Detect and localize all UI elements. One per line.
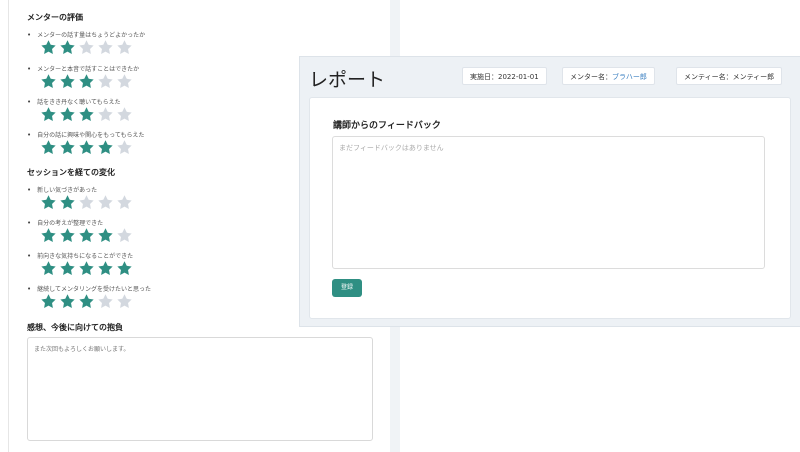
star-rating[interactable] [40, 227, 133, 244]
star-empty-icon[interactable] [116, 194, 133, 211]
star-filled-icon[interactable] [59, 194, 76, 211]
star-filled-icon[interactable] [40, 194, 57, 211]
star-filled-icon[interactable] [59, 260, 76, 277]
star-filled-icon[interactable] [59, 293, 76, 310]
star-filled-icon[interactable] [78, 227, 95, 244]
star-filled-icon[interactable] [40, 39, 57, 56]
star-empty-icon[interactable] [97, 194, 114, 211]
feedback-textarea[interactable]: まだフィードバックはありません [332, 136, 765, 269]
star-rating[interactable] [40, 139, 133, 156]
star-empty-icon[interactable] [78, 194, 95, 211]
mentor-badge: メンター名：ブラハー郎 [562, 67, 655, 85]
star-empty-icon[interactable] [78, 39, 95, 56]
star-filled-icon[interactable] [97, 227, 114, 244]
star-empty-icon[interactable] [97, 293, 114, 310]
submit-button[interactable]: 登録 [332, 279, 362, 297]
star-empty-icon[interactable] [116, 106, 133, 123]
star-filled-icon[interactable] [78, 260, 95, 277]
mentor-section-title: メンターの評価 [27, 13, 83, 22]
star-filled-icon[interactable] [116, 260, 133, 277]
comment-title: 感想、今後に向けての抱負 [27, 323, 123, 332]
star-filled-icon[interactable] [59, 39, 76, 56]
star-rating[interactable] [40, 260, 133, 277]
date-badge: 実施日：2022-01-01 [462, 67, 547, 85]
mentor-name-link[interactable]: ブラハー郎 [612, 73, 647, 81]
page-title: レポート [309, 69, 386, 91]
feedback-title: 講師からのフィードバック [333, 121, 441, 131]
star-rating[interactable] [40, 39, 133, 56]
star-rating[interactable] [40, 73, 133, 90]
star-filled-icon[interactable] [40, 139, 57, 156]
question-label: メンターと本音で話すことはできたか [27, 64, 139, 73]
question-label: 新しい気づきがあった [27, 185, 97, 194]
mentee-badge: メンティー名：メンティー郎 [676, 67, 783, 85]
question-label: 継続してメンタリングを受けたいと思った [27, 284, 151, 293]
star-empty-icon[interactable] [116, 227, 133, 244]
star-filled-icon[interactable] [97, 260, 114, 277]
star-filled-icon[interactable] [40, 73, 57, 90]
star-empty-icon[interactable] [116, 139, 133, 156]
star-filled-icon[interactable] [59, 106, 76, 123]
feedback-card: 講師からのフィードバック まだフィードバックはありません 登録 [309, 97, 791, 319]
star-filled-icon[interactable] [40, 260, 57, 277]
star-filled-icon[interactable] [40, 106, 57, 123]
question-label: 自分の考えが整理できた [27, 218, 103, 227]
star-rating[interactable] [40, 194, 133, 211]
star-filled-icon[interactable] [97, 139, 114, 156]
star-empty-icon[interactable] [97, 106, 114, 123]
mentor-prefix: メンター名： [570, 73, 612, 81]
star-empty-icon[interactable] [97, 73, 114, 90]
star-empty-icon[interactable] [116, 293, 133, 310]
star-filled-icon[interactable] [59, 73, 76, 90]
question-label: 前向きな気持ちになることができた [27, 251, 133, 260]
star-filled-icon[interactable] [59, 227, 76, 244]
star-filled-icon[interactable] [78, 73, 95, 90]
comment-textarea[interactable]: また次回もよろしくお願いします。 [27, 337, 373, 441]
star-filled-icon[interactable] [78, 139, 95, 156]
star-rating[interactable] [40, 106, 133, 123]
star-filled-icon[interactable] [78, 106, 95, 123]
change-section-title: セッションを経ての変化 [27, 168, 115, 177]
question-label: 自分の話に興味や関心をもってもらえた [27, 130, 144, 139]
star-filled-icon[interactable] [78, 293, 95, 310]
star-filled-icon[interactable] [59, 139, 76, 156]
report-panel: レポート 実施日：2022-01-01 メンター名：ブラハー郎 メンティー名：メ… [299, 56, 800, 327]
star-empty-icon[interactable] [116, 39, 133, 56]
question-label: 話をきき丹なく聴いてもらえた [27, 97, 121, 106]
star-rating[interactable] [40, 293, 133, 310]
star-empty-icon[interactable] [97, 39, 114, 56]
star-filled-icon[interactable] [40, 227, 57, 244]
star-empty-icon[interactable] [116, 73, 133, 90]
star-filled-icon[interactable] [40, 293, 57, 310]
question-label: メンターの話す量はちょうどよかったか [27, 30, 145, 39]
